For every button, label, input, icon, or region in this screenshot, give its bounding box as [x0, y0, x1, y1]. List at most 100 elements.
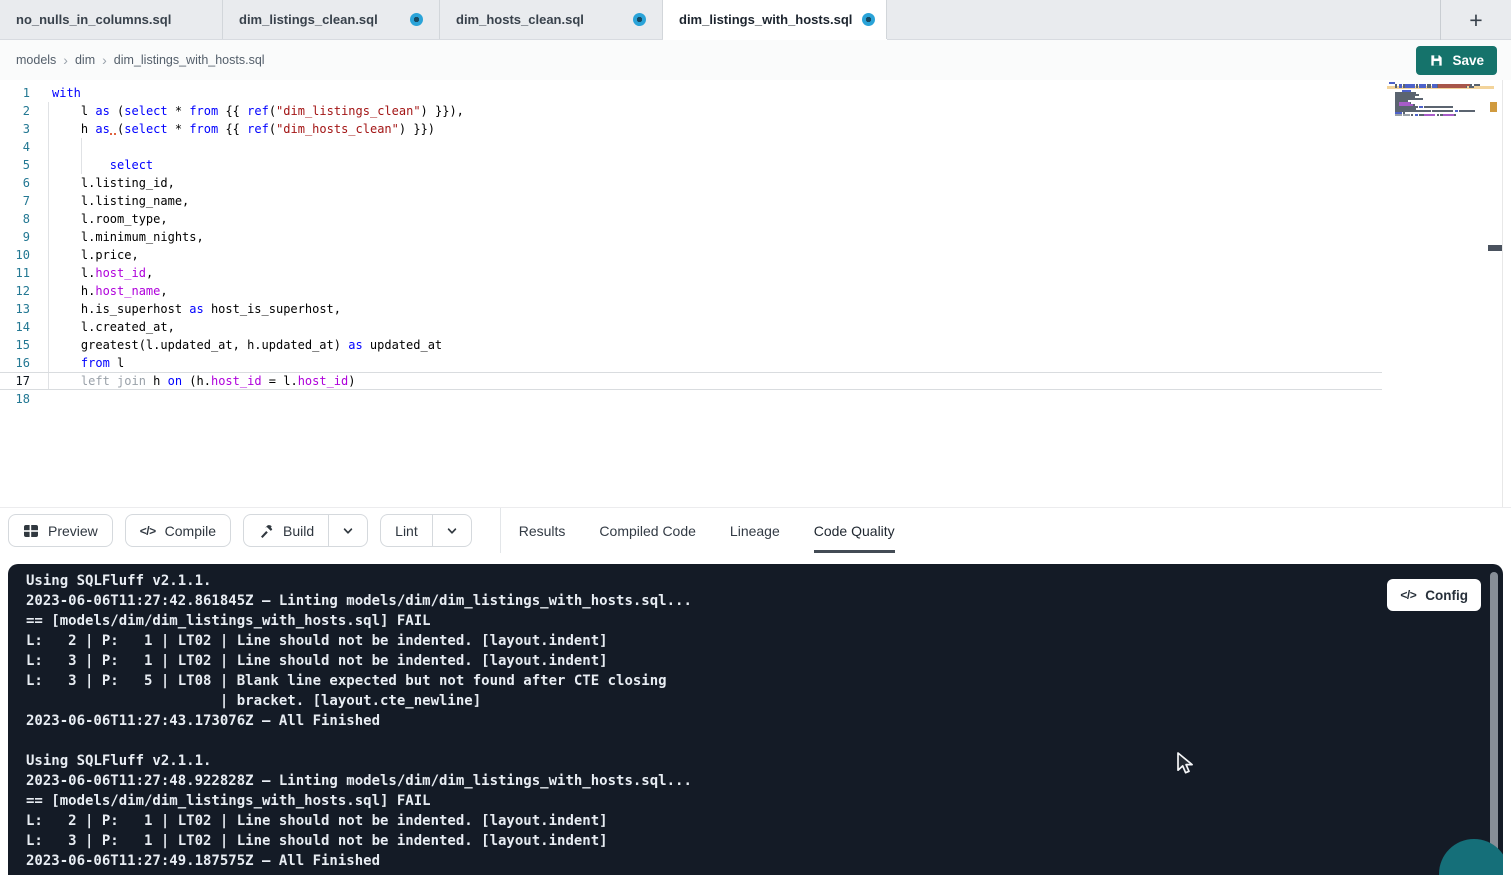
editor-file-tab[interactable]: dim_hosts_clean.sql [440, 0, 663, 39]
breadcrumb-separator-icon: › [102, 52, 107, 68]
editor-file-tab[interactable]: no_nulls_in_columns.sql [0, 0, 223, 39]
code-line[interactable]: 17 left join h on (h.host_id = l.host_id… [0, 372, 1382, 390]
lint-button[interactable]: Lint [380, 514, 432, 547]
build-dropdown-button[interactable] [328, 514, 368, 547]
line-text: left join h on (h.host_id = l.host_id) [30, 372, 356, 390]
preview-button[interactable]: Preview [8, 514, 113, 547]
code-line[interactable]: 7 l.listing_name, [0, 192, 1382, 210]
tab-label: dim_listings_clean.sql [239, 12, 378, 27]
new-tab-button[interactable]: + [1440, 0, 1511, 40]
line-number: 7 [0, 192, 30, 210]
code-line[interactable]: 18 [0, 390, 1382, 408]
code-line[interactable]: 11 l.host_id, [0, 264, 1382, 282]
chevron-down-icon [342, 525, 354, 537]
lint-dropdown-button[interactable] [432, 514, 472, 547]
line-number: 5 [0, 156, 30, 174]
line-text: from l [30, 354, 124, 372]
panel-tab-code-quality[interactable]: Code Quality [814, 508, 895, 553]
compile-button[interactable]: </> Compile [125, 514, 231, 547]
line-number: 6 [0, 174, 30, 192]
terminal-scrollbar[interactable] [1490, 572, 1498, 875]
editor-file-tab[interactable]: dim_listings_clean.sql [223, 0, 440, 39]
modified-dot-icon [410, 13, 423, 26]
code-line[interactable]: 8 l.room_type, [0, 210, 1382, 228]
line-text: select [30, 156, 153, 174]
build-split-button: Build [243, 514, 368, 547]
terminal-panel: Using SQLFluff v2.1.1. 2023-06-06T11:27:… [8, 564, 1503, 875]
code-line[interactable]: 5 select [0, 156, 1382, 174]
code-line[interactable]: 1with [0, 84, 1382, 102]
breadcrumb-item[interactable]: dim_listings_with_hosts.sql [114, 53, 265, 67]
code-editor[interactable]: 1with2 l as (select * from {{ ref("dim_l… [0, 80, 1511, 507]
config-button[interactable]: </> Config [1387, 579, 1481, 611]
compile-label: Compile [165, 523, 216, 539]
code-line[interactable]: 10 l.price, [0, 246, 1382, 264]
line-text: with [30, 84, 81, 102]
code-line[interactable]: 16 from l [0, 354, 1382, 372]
code-line[interactable]: 15 greatest(l.updated_at, h.updated_at) … [0, 336, 1382, 354]
code-line[interactable]: 4 [0, 138, 1382, 156]
breadcrumb-item[interactable]: models [16, 53, 56, 67]
line-text [30, 138, 52, 156]
file-header-bar: models › dim › dim_listings_with_hosts.sql S… [0, 40, 1511, 80]
panel-tab-lineage[interactable]: Lineage [730, 508, 780, 553]
line-number: 4 [0, 138, 30, 156]
line-text: h as (select * from {{ ref("dim_hosts_cl… [30, 120, 435, 138]
chevron-down-icon [446, 525, 458, 537]
line-number: 17 [0, 372, 30, 390]
line-number: 14 [0, 318, 30, 336]
code-line[interactable]: 6 l.listing_id, [0, 174, 1382, 192]
build-button[interactable]: Build [243, 514, 328, 547]
line-number: 13 [0, 300, 30, 318]
code-line[interactable]: 14 l.created_at, [0, 318, 1382, 336]
tab-label: no_nulls_in_columns.sql [16, 12, 171, 27]
code-line[interactable]: 3 h as (select * from {{ ref("dim_hosts_… [0, 120, 1382, 138]
panel-tab-compiled-code[interactable]: Compiled Code [599, 508, 696, 553]
code-line[interactable]: 13 h.is_superhost as host_is_superhost, [0, 300, 1382, 318]
line-text: greatest(l.updated_at, h.updated_at) as … [30, 336, 442, 354]
panel-tab-results[interactable]: Results [519, 508, 566, 553]
line-number: 12 [0, 282, 30, 300]
grid-icon [23, 523, 39, 539]
breadcrumb-item[interactable]: dim [75, 53, 95, 67]
terminal-section: Using SQLFluff v2.1.1. 2023-06-06T11:27:… [0, 553, 1511, 875]
line-number: 3 [0, 120, 30, 138]
lint-split-button: Lint [380, 514, 472, 547]
action-bar-divider [500, 508, 501, 553]
line-text: l.host_id, [30, 264, 153, 282]
code-lines: 1with2 l as (select * from {{ ref("dim_l… [0, 84, 1382, 408]
code-line[interactable]: 2 l as (select * from {{ ref("dim_listin… [0, 102, 1382, 120]
build-label: Build [283, 523, 314, 539]
line-text: h.is_superhost as host_is_superhost, [30, 300, 341, 318]
modified-dot-icon [862, 13, 875, 26]
line-text [30, 390, 52, 408]
line-text: l.price, [30, 246, 139, 264]
code-icon: </> [140, 524, 156, 538]
tab-label: dim_listings_with_hosts.sql [679, 12, 852, 27]
file-tab-bar: no_nulls_in_columns.sql dim_listings_clea… [0, 0, 1511, 40]
line-number: 16 [0, 354, 30, 372]
terminal-output: Using SQLFluff v2.1.1. 2023-06-06T11:27:… [8, 564, 1503, 871]
line-number: 8 [0, 210, 30, 228]
line-text: l as (select * from {{ ref("dim_listings… [30, 102, 464, 120]
overview-ruler-warning-marker [1490, 102, 1497, 112]
code-line[interactable]: 12 h.host_name, [0, 282, 1382, 300]
mouse-cursor [1176, 751, 1195, 777]
minimap[interactable] [1389, 82, 1490, 212]
minimap-lines [1389, 82, 1490, 118]
code-icon: </> [1400, 588, 1416, 602]
line-number: 11 [0, 264, 30, 282]
hammer-icon [258, 523, 274, 539]
line-text: l.minimum_nights, [30, 228, 204, 246]
editor-file-tab[interactable]: dim_listings_with_hosts.sql [663, 0, 887, 39]
save-button[interactable]: Save [1416, 46, 1497, 75]
tab-bar-tabs: no_nulls_in_columns.sql dim_listings_clea… [0, 0, 887, 39]
panel-tabs: Results Compiled Code Lineage Code Quality [519, 508, 895, 553]
modified-dot-icon [633, 13, 646, 26]
preview-label: Preview [48, 523, 98, 539]
line-number: 18 [0, 390, 30, 408]
code-line[interactable]: 9 l.minimum_nights, [0, 228, 1382, 246]
breadcrumb-separator-icon: › [63, 52, 68, 68]
line-text: l.created_at, [30, 318, 175, 336]
config-label: Config [1425, 588, 1468, 603]
